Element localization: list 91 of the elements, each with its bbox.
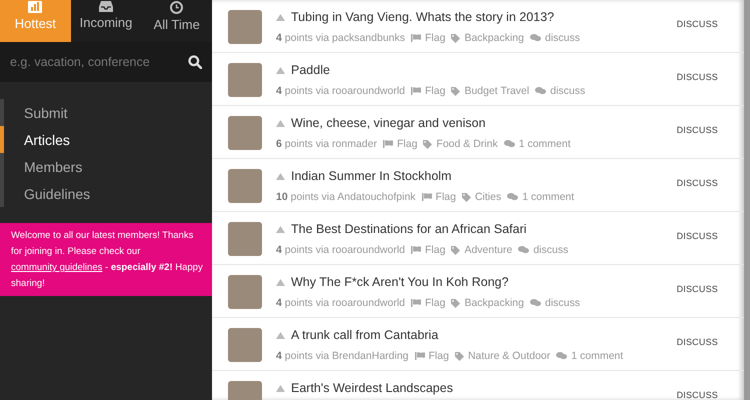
avatar-photo-placeholder	[228, 275, 262, 309]
points-byline: 4 points via rooaroundworld	[276, 297, 405, 309]
discuss-button[interactable]: DISCUSS	[676, 19, 718, 29]
comments-link[interactable]: 1 comment	[556, 350, 624, 362]
category-tag[interactable]: Cities	[462, 191, 502, 203]
tag-icon	[423, 140, 432, 148]
welcome-notice: Welcome to all our latest members! Thanks for joining in. Please check our community guidelines - especially #2! Happy sharing!	[0, 223, 212, 296]
guidelines-link[interactable]: community guidelines	[11, 262, 102, 273]
category-tag[interactable]: Food & Drink	[423, 138, 498, 150]
flag-icon	[411, 246, 421, 254]
flag-link[interactable]: Flag	[411, 297, 446, 309]
post-title[interactable]: Indian Summer In Stockholm	[291, 169, 452, 183]
avatar-photo-placeholder	[228, 169, 262, 203]
discuss-button[interactable]: DISCUSS	[676, 72, 718, 82]
flag-link[interactable]: Flag	[382, 138, 418, 150]
sort-tab[interactable]: Hottest	[0, 0, 71, 42]
upvote-icon[interactable]	[276, 332, 285, 338]
discuss-button[interactable]: DISCUSS	[676, 178, 718, 188]
comments-link[interactable]: discuss	[530, 32, 580, 44]
tag-icon	[451, 298, 460, 308]
comment-icon	[518, 246, 530, 254]
flag-link[interactable]: Flag	[422, 191, 456, 203]
flag-icon	[382, 140, 393, 148]
flag-link[interactable]: Flag	[411, 85, 446, 97]
post-title[interactable]: The Best Destinations for an African Safari	[291, 222, 527, 236]
flag-icon	[414, 352, 425, 360]
flag-icon	[422, 193, 432, 201]
upvote-icon[interactable]	[276, 278, 285, 286]
comments-link[interactable]: discuss	[518, 244, 568, 256]
tag-icon	[462, 192, 471, 202]
comment-icon	[556, 352, 568, 360]
tag-icon	[454, 352, 464, 360]
tag-icon	[451, 34, 460, 42]
flag-icon	[411, 299, 421, 307]
clock-icon	[170, 1, 184, 14]
points-byline: 4 points via BrendanHarding	[276, 350, 409, 362]
post-title[interactable]: Wine, cheese, vinegar and venison	[291, 116, 486, 130]
comments-link[interactable]: 1 comment	[507, 191, 574, 203]
upvote-icon[interactable]	[276, 66, 285, 74]
comments-link[interactable]: discuss	[530, 297, 580, 309]
post-title[interactable]: Tubing in Vang Vieng. Whats the story in 2013?	[291, 10, 554, 24]
comments-link[interactable]: discuss	[535, 85, 586, 97]
upvote-icon[interactable]	[276, 172, 285, 180]
flag-icon	[411, 34, 422, 42]
sort-tab[interactable]: Incoming	[70, 0, 142, 42]
post-title[interactable]: Paddle	[291, 63, 330, 77]
tag-icon	[451, 246, 460, 254]
search-field[interactable]: e.g. vacation, conference	[8, 54, 180, 70]
discuss-button[interactable]: DISCUSS	[676, 284, 718, 294]
comment-icon	[504, 140, 515, 148]
post-title[interactable]: A trunk call from Cantabria	[291, 328, 438, 342]
avatar-photo-placeholder	[228, 328, 262, 362]
upvote-icon[interactable]	[276, 120, 285, 126]
points-byline: 6 points via ronmader	[276, 138, 377, 150]
sort-tab[interactable]: All Time	[141, 0, 212, 42]
category-tag[interactable]: Backpacking	[451, 297, 524, 309]
flag-link[interactable]: Flag	[411, 244, 446, 256]
tag-icon	[451, 86, 460, 96]
category-tag[interactable]: Adventure	[451, 244, 512, 256]
discuss-button[interactable]: DISCUSS	[676, 125, 718, 135]
discuss-button[interactable]: DISCUSS	[676, 231, 718, 241]
category-tag[interactable]: Budget Travel	[451, 85, 530, 97]
search-field[interactable]: e.g. vacation, conference	[0, 42, 212, 82]
comment-icon	[530, 299, 541, 307]
post-title[interactable]: Earth's Weirdest Landscapes	[291, 381, 453, 395]
bar-chart-icon	[28, 1, 42, 13]
points-byline: 4 points via rooaroundworld	[276, 244, 405, 256]
search-icon[interactable]	[188, 55, 202, 69]
avatar-photo-placeholder	[228, 116, 262, 150]
upvote-icon[interactable]	[276, 384, 285, 392]
points-byline: 10 points via Andatouchofpink	[276, 191, 416, 203]
discuss-button[interactable]: DISCUSS	[676, 337, 718, 347]
post-title[interactable]: Why The F*ck Aren't You In Koh Rong?	[291, 275, 509, 289]
comment-icon	[535, 87, 546, 95]
avatar-photo-placeholder	[228, 10, 262, 44]
avatar-photo-placeholder	[228, 222, 262, 256]
category-tag[interactable]: Backpacking	[451, 32, 524, 44]
avatar-photo-placeholder	[228, 63, 262, 97]
flag-icon	[411, 87, 421, 95]
inbox-icon	[99, 1, 113, 12]
comment-icon	[530, 34, 541, 42]
comment-icon	[507, 193, 518, 201]
category-tag[interactable]: Nature & Outdoor	[454, 350, 550, 362]
comments-link[interactable]: 1 comment	[504, 138, 571, 150]
flag-link[interactable]: Flag	[411, 32, 446, 44]
upvote-icon[interactable]	[276, 14, 285, 20]
flag-link[interactable]: Flag	[414, 350, 449, 362]
points-byline: 4 points via packsandbunks	[276, 32, 406, 44]
discuss-button[interactable]: DISCUSS	[676, 390, 718, 400]
upvote-icon[interactable]	[276, 226, 285, 232]
points-byline: 4 points via rooaroundworld	[276, 85, 405, 97]
